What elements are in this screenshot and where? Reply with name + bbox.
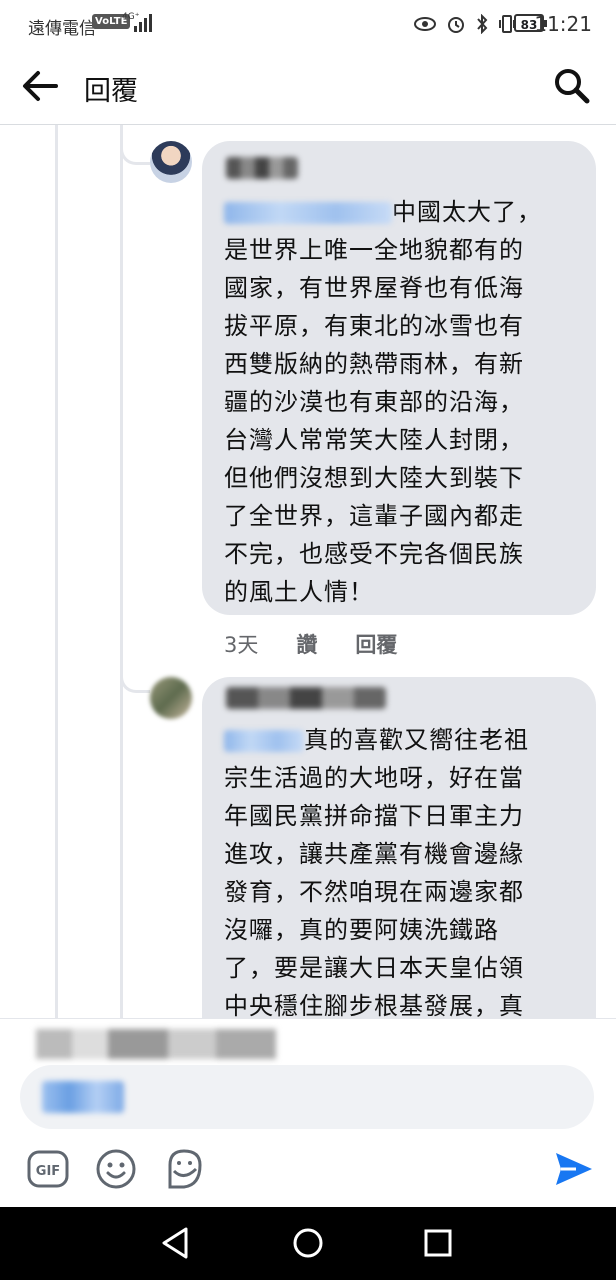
status-icons xyxy=(414,12,516,36)
commenter-name[interactable] xyxy=(226,157,298,179)
comment-body: 中國太大了， 是世界上唯一全地貌都有的 國家，有世界屋脊也有低海 拔平原，有東北… xyxy=(224,193,574,611)
comment-timestamp: 3天 xyxy=(224,633,259,657)
reply-composer: GIF xyxy=(0,1018,616,1209)
comment-thread[interactable]: 中國太大了， 是世界上唯一全地貌都有的 國家，有世界屋脊也有低海 拔平原，有東北… xyxy=(0,125,616,1018)
reply-input[interactable] xyxy=(20,1065,594,1129)
nav-home-icon[interactable] xyxy=(290,1225,326,1261)
thread-line xyxy=(55,125,58,1018)
status-bar: 遠傳電信 VoLTE 4G⁺ 83 11:21 xyxy=(0,0,616,48)
reply-button[interactable]: 回覆 xyxy=(355,629,397,659)
carrier-label: 遠傳電信 xyxy=(28,19,96,39)
signal-icon xyxy=(134,14,152,32)
app-header: 回覆 xyxy=(0,48,616,125)
comment-text: 中國太大了， 是世界上唯一全地貌都有的 國家，有世界屋脊也有低海 拔平原，有東北… xyxy=(224,198,542,606)
commenter-name[interactable] xyxy=(226,687,386,709)
thread-branch xyxy=(120,645,150,693)
mention-tag[interactable] xyxy=(42,1081,124,1113)
comment-body: 真的喜歡又嚮往老祖 宗生活過的大地呀，好在當 年國民黨拼命擋下日軍主力 進攻，讓… xyxy=(224,721,574,1018)
alarm-icon xyxy=(448,17,464,33)
avatar[interactable] xyxy=(150,141,192,183)
mention-tag[interactable] xyxy=(224,730,304,752)
clock: 11:21 xyxy=(534,12,592,36)
thread-branch xyxy=(120,125,150,165)
replying-to-note xyxy=(36,1029,276,1059)
comment-actions: 3天 讚 回覆 xyxy=(224,629,397,659)
nav-back-icon[interactable] xyxy=(158,1225,194,1261)
system-nav-bar xyxy=(0,1207,616,1280)
comment-bubble[interactable]: 中國太大了， 是世界上唯一全地貌都有的 國家，有世界屋脊也有低海 拔平原，有東北… xyxy=(202,141,596,615)
send-icon[interactable] xyxy=(552,1147,596,1191)
mention-tag[interactable] xyxy=(224,202,392,224)
search-icon[interactable] xyxy=(552,66,592,106)
gif-label: GIF xyxy=(36,1164,60,1179)
page-title: 回覆 xyxy=(84,76,138,107)
eye-icon xyxy=(414,17,436,31)
gif-icon[interactable]: GIF xyxy=(26,1147,70,1191)
nav-recents-icon[interactable] xyxy=(420,1225,456,1261)
composer-toolbar: GIF xyxy=(0,1143,616,1199)
thread-line xyxy=(120,125,123,1018)
back-arrow-icon[interactable] xyxy=(18,66,62,106)
avatar[interactable] xyxy=(150,677,192,719)
bluetooth-icon xyxy=(477,14,488,34)
comment-bubble[interactable]: 真的喜歡又嚮往老祖 宗生活過的大地呀，好在當 年國民黨拼命擋下日軍主力 進攻，讓… xyxy=(202,677,596,1018)
sticker-icon[interactable] xyxy=(162,1147,206,1191)
comment-text: 真的喜歡又嚮往老祖 宗生活過的大地呀，好在當 年國民黨拼命擋下日軍主力 進攻，讓… xyxy=(224,726,529,1018)
like-button[interactable]: 讚 xyxy=(296,629,317,659)
emoji-icon[interactable] xyxy=(94,1147,138,1191)
